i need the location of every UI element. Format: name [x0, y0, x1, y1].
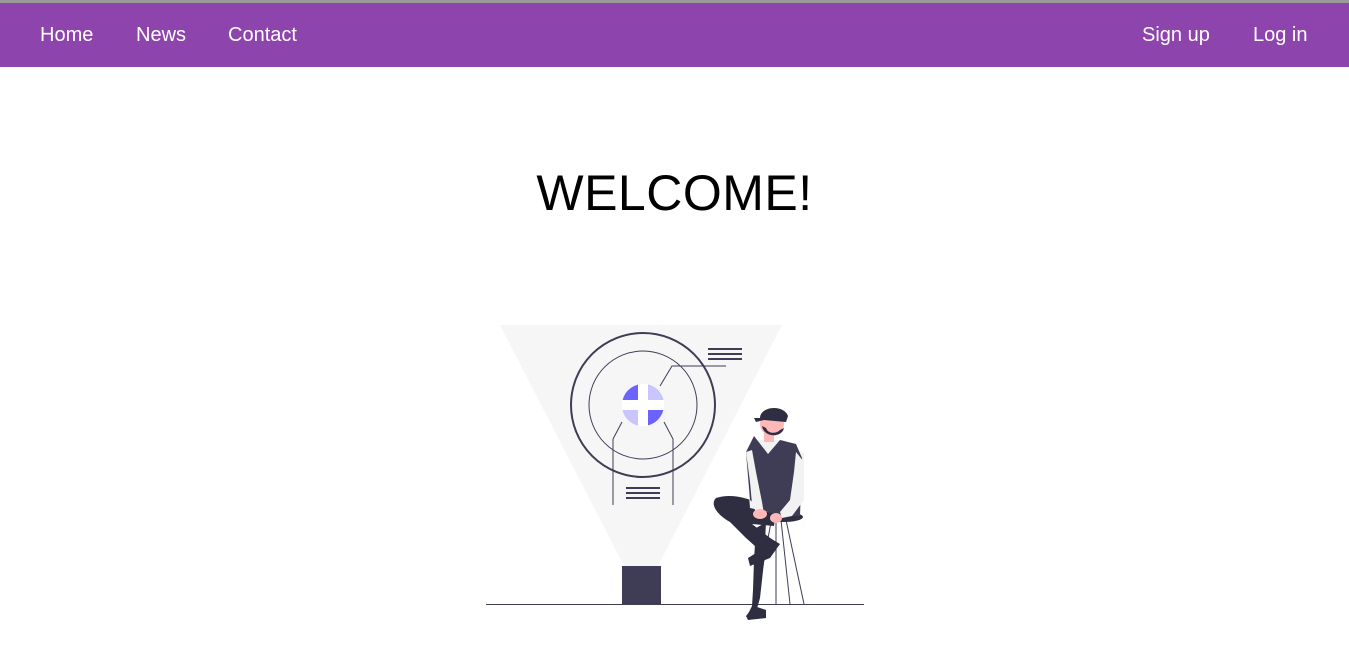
nav-home-link[interactable]: Home: [40, 3, 93, 67]
hologram-emblem: [622, 384, 664, 426]
nav-signup-link[interactable]: Sign up: [1142, 3, 1210, 67]
welcome-heading: WELCOME!: [536, 165, 813, 221]
nav-login-link[interactable]: Log in: [1253, 3, 1308, 67]
nav-contact-link[interactable]: Contact: [228, 3, 297, 67]
page: Home News Contact Sign up Log in WELCOME…: [0, 0, 1349, 660]
seated-person: [713, 407, 804, 620]
projector-box: [622, 566, 661, 605]
top-navbar: Home News Contact Sign up Log in: [0, 3, 1349, 67]
hero-illustration: [486, 325, 864, 620]
nav-news-link[interactable]: News: [136, 3, 186, 67]
